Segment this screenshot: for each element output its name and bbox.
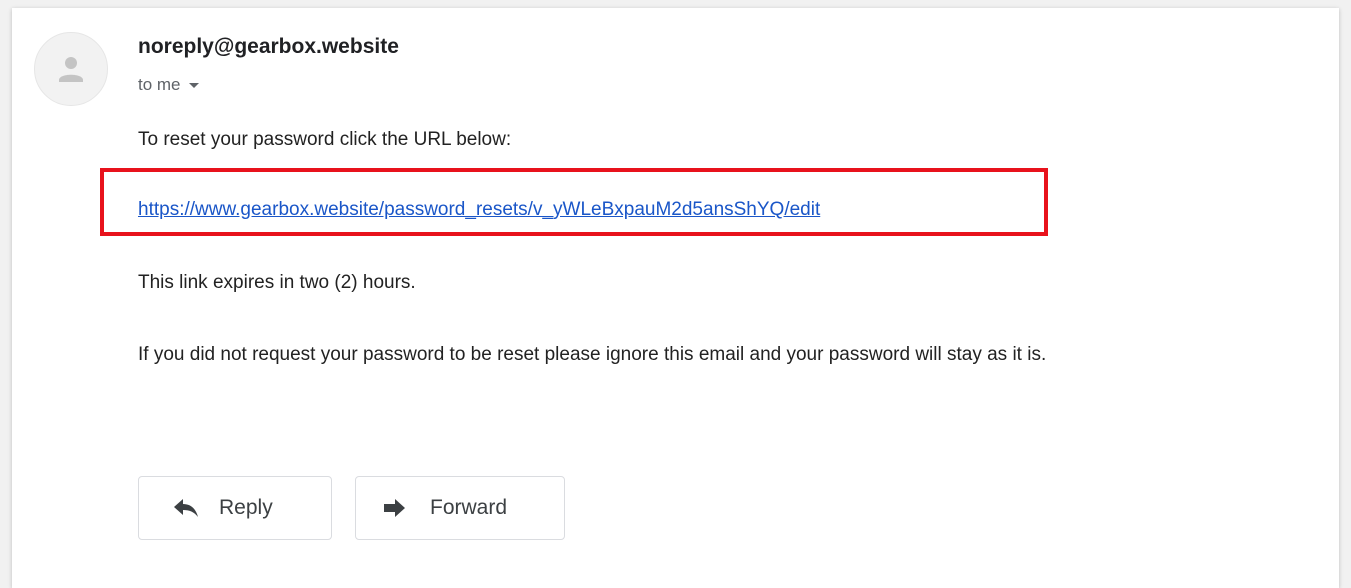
body-intro: To reset your password click the URL bel… — [138, 129, 512, 150]
reply-button-label: Reply — [219, 496, 273, 519]
password-reset-link[interactable]: https://www.gearbox.website/password_res… — [138, 199, 820, 221]
forward-button[interactable]: Forward — [355, 476, 565, 540]
reply-arrow-icon — [173, 498, 199, 518]
forward-arrow-icon — [384, 498, 406, 518]
sender-avatar — [34, 32, 108, 106]
forward-button-label: Forward — [430, 496, 508, 519]
person-icon — [59, 57, 83, 82]
recipient-label: to me — [138, 75, 181, 94]
body-disclaimer: If you did not request your password to … — [138, 344, 1047, 365]
sender-name: noreply@gearbox.website — [138, 35, 399, 58]
caret-down-icon[interactable] — [188, 82, 199, 88]
reply-button[interactable]: Reply — [138, 476, 332, 540]
email-message: noreply@gearbox.website to me To reset y… — [12, 8, 1339, 588]
body-expiry: This link expires in two (2) hours. — [138, 272, 416, 293]
recipient-line: to me — [138, 75, 199, 95]
